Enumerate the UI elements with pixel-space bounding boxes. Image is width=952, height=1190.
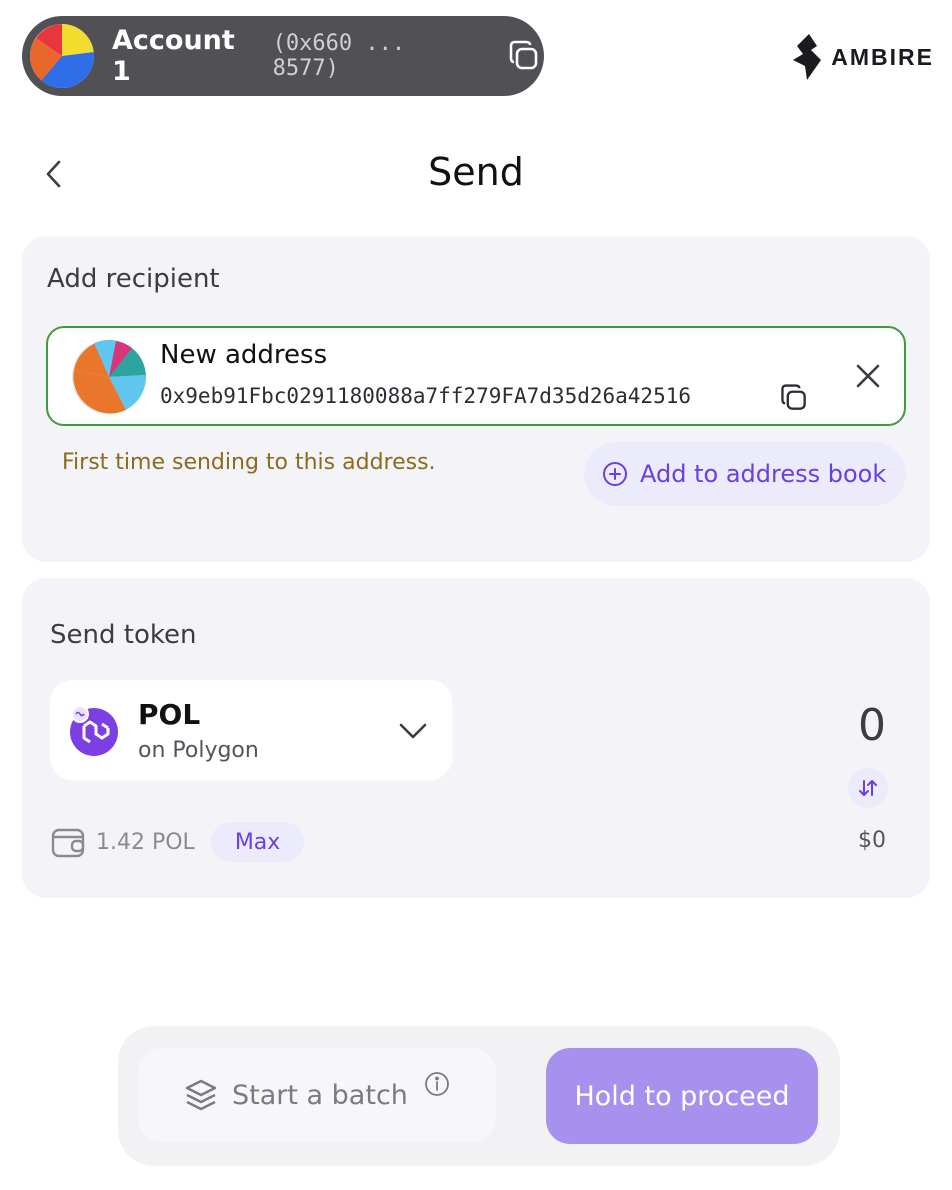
start-batch-label: Start a batch	[232, 1079, 408, 1111]
add-to-address-book-button[interactable]: Add to address book	[584, 442, 906, 506]
account-selector[interactable]: Account 1 (0x660 ... 8577)	[22, 16, 544, 96]
token-balance: 1.42 POL	[96, 829, 195, 855]
brand-logo: AMBIRE	[791, 34, 934, 80]
add-to-address-book-label: Add to address book	[640, 460, 887, 488]
swap-vertical-icon	[859, 780, 877, 796]
max-button[interactable]: Max	[210, 822, 305, 862]
account-name: Account 1	[112, 25, 235, 87]
copy-account-address-button[interactable]	[504, 36, 544, 76]
action-footer: Start a batch Hold to proceed	[118, 1026, 840, 1166]
chevron-down-icon	[396, 714, 430, 748]
copy-icon	[781, 384, 806, 410]
first-time-warning: First time sending to this address.	[62, 450, 436, 475]
amount-input[interactable]: 0	[858, 700, 886, 751]
close-icon	[856, 364, 880, 388]
token-symbol: POL	[138, 698, 201, 731]
token-network: on Polygon	[138, 738, 259, 763]
hold-to-proceed-label: Hold to proceed	[574, 1080, 790, 1112]
layers-icon	[185, 1079, 217, 1111]
token-selector[interactable]: POL on Polygon	[50, 680, 452, 780]
balance-row: 1.42 POL Max	[50, 822, 305, 862]
start-batch-button[interactable]: Start a batch	[138, 1048, 496, 1142]
wallet-icon	[51, 828, 85, 858]
usd-value: $0	[858, 828, 886, 853]
recipient-address-value: 0x9eb91Fbc0291180088a7ff279FA7d35d26a425…	[160, 384, 692, 408]
account-address: (0x660 ... 8577)	[272, 31, 406, 81]
send-token-panel: Send token POL on Polygon 0 1.42 POL Max…	[22, 578, 930, 898]
account-avatar	[30, 24, 94, 88]
pol-token-icon	[68, 704, 120, 756]
hold-to-proceed-button[interactable]: Hold to proceed	[546, 1048, 818, 1144]
recipient-panel: Add recipient New address 0x9eb91Fbc0291…	[22, 236, 930, 562]
page-title: Send	[428, 150, 524, 194]
info-icon[interactable]	[424, 1071, 450, 1097]
plus-circle-icon	[603, 462, 627, 486]
recipient-avatar	[72, 340, 146, 414]
brand-name: AMBIRE	[831, 43, 934, 70]
copy-recipient-address-button[interactable]	[776, 380, 812, 416]
switch-currency-button[interactable]	[848, 768, 888, 808]
clear-recipient-button[interactable]	[848, 356, 888, 396]
recipient-section-label: Add recipient	[47, 264, 220, 294]
copy-icon	[509, 40, 538, 70]
recipient-address-field[interactable]: New address 0x9eb91Fbc0291180088a7ff279F…	[46, 326, 906, 426]
send-token-section-label: Send token	[50, 620, 197, 650]
ambire-logo-icon	[793, 34, 822, 80]
recipient-address-title: New address	[160, 340, 328, 370]
